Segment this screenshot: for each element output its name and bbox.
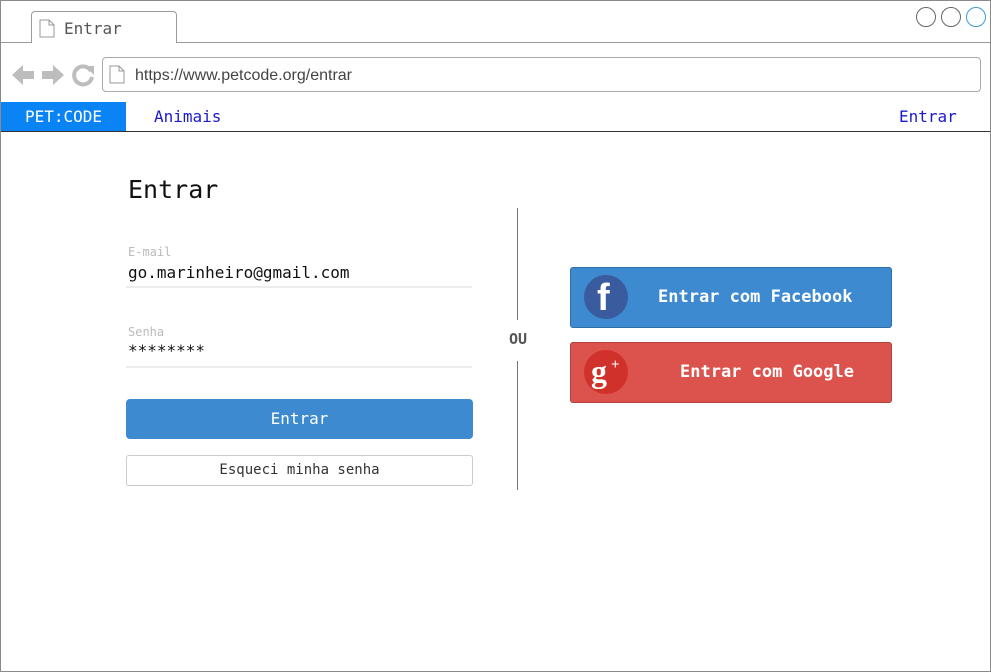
nav-link-entrar[interactable]: Entrar [899,102,957,131]
forgot-password-button[interactable]: Esqueci minha senha [126,455,473,486]
browser-window: Entrar https://www.petcode.org/entrar PE… [0,0,991,672]
page-icon [109,65,125,84]
or-separator: OU [508,330,528,348]
site-navbar: PET:CODE Animais Entrar [1,102,990,132]
nav-link-animais[interactable]: Animais [154,102,221,131]
url-text: https://www.petcode.org/entrar [135,67,352,84]
tab-title: Entrar [64,19,122,38]
page-title: Entrar [128,175,219,204]
page-icon [39,19,55,38]
email-field[interactable]: go.marinheiro@gmail.com [128,263,350,282]
password-underline [126,366,472,368]
google-login-label: Entrar com Google [680,362,854,382]
address-bar[interactable]: https://www.petcode.org/entrar [102,57,981,92]
browser-tab[interactable]: Entrar [31,11,177,43]
back-arrow-icon[interactable] [11,63,35,87]
facebook-login-button[interactable]: f Entrar com Facebook [570,267,892,328]
divider-top [517,208,518,320]
facebook-login-label: Entrar com Facebook [658,287,853,307]
password-field[interactable]: ******** [128,341,205,360]
window-minimize-icon[interactable] [916,7,936,27]
facebook-icon: f [584,275,628,319]
brand-logo[interactable]: PET:CODE [1,102,126,131]
browser-chrome: Entrar https://www.petcode.org/entrar [1,1,990,103]
reload-icon[interactable] [71,63,95,87]
google-plus-icon: g + [584,350,628,394]
google-login-button[interactable]: g + Entrar com Google [570,342,892,403]
forward-arrow-icon[interactable] [41,63,65,87]
email-underline [126,286,472,288]
email-label: E-mail [128,245,172,259]
window-close-icon[interactable] [966,7,986,27]
password-label: Senha [128,325,165,339]
login-button[interactable]: Entrar [126,399,473,439]
window-maximize-icon[interactable] [941,7,961,27]
divider-bottom [517,361,518,490]
